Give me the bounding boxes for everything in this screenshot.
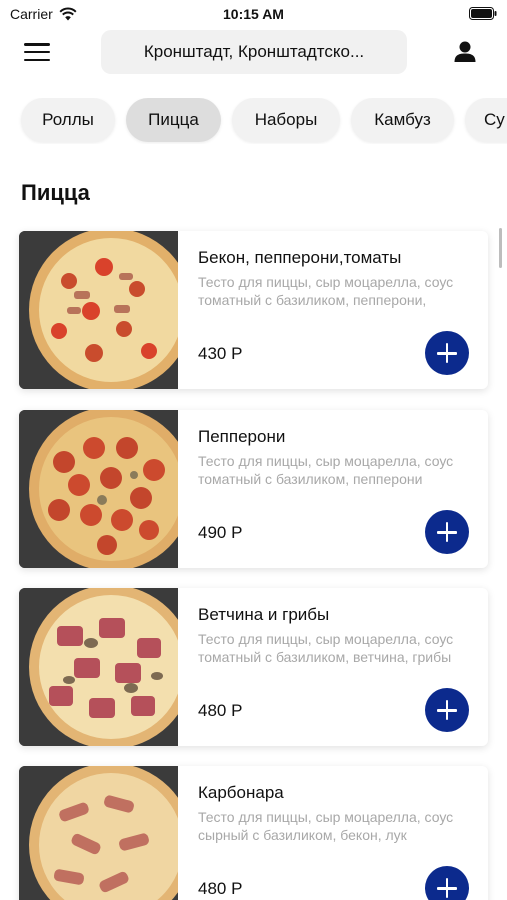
product-image <box>19 588 178 746</box>
product-price: 490 Р <box>198 523 243 542</box>
product-name: Бекон, пепперони,томаты <box>198 248 402 267</box>
product-card[interactable]: Пепперони Тесто для пиццы, сыр моцарелла… <box>19 410 488 568</box>
add-to-cart-button[interactable] <box>425 866 469 900</box>
add-to-cart-button[interactable] <box>425 331 469 375</box>
product-price: 480 Р <box>198 879 243 898</box>
pizza-image <box>19 588 178 746</box>
product-description: Тесто для пиццы, сыр моцарелла, соус том… <box>198 631 454 665</box>
product-name: Пепперони <box>198 427 286 446</box>
product-description: Тесто для пиццы, сыр моцарелла, соус сыр… <box>198 809 454 843</box>
product-image <box>19 766 178 900</box>
product-description: Тесто для пиццы, сыр моцарелла, соус том… <box>198 274 454 308</box>
pizza-image <box>19 410 178 568</box>
product-price: 430 Р <box>198 344 243 363</box>
product-card[interactable]: Карбонара Тесто для пиццы, сыр моцарелла… <box>19 766 488 900</box>
add-to-cart-button[interactable] <box>425 510 469 554</box>
product-description: Тесто для пиццы, сыр моцарелла, соус том… <box>198 453 454 487</box>
product-image <box>19 410 178 568</box>
product-name: Ветчина и грибы <box>198 605 330 624</box>
product-list: Бекон, пепперони,томаты Тесто для пиццы,… <box>0 0 507 900</box>
product-price: 480 Р <box>198 701 243 720</box>
product-card[interactable]: Ветчина и грибы Тесто для пиццы, сыр моц… <box>19 588 488 746</box>
pizza-image <box>19 766 178 900</box>
pizza-image <box>19 231 178 389</box>
scroll-indicator[interactable] <box>499 228 502 268</box>
add-to-cart-button[interactable] <box>425 688 469 732</box>
product-card[interactable]: Бекон, пепперони,томаты Тесто для пиццы,… <box>19 231 488 389</box>
product-image <box>19 231 178 389</box>
product-name: Карбонара <box>198 783 284 802</box>
